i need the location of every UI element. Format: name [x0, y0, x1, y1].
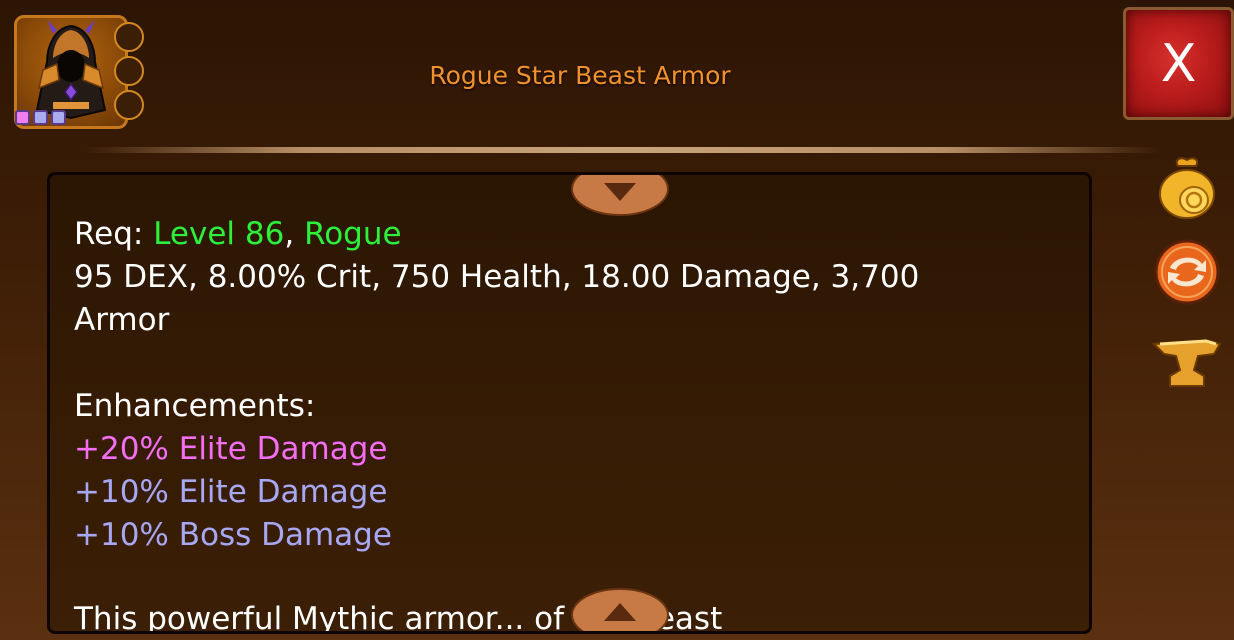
enhancement-gems: [15, 110, 66, 125]
enhancements-heading: Enhancements:: [74, 388, 316, 424]
item-details-panel[interactable]: Req: Level 86, Rogue 95 DEX, 8.00% Crit,…: [47, 172, 1092, 634]
empty-socket-slot: [114, 90, 144, 120]
scroll-up-button[interactable]: [570, 587, 670, 633]
stats-line: 95 DEX, 8.00% Crit, 750 Health, 18.00 Da…: [74, 259, 920, 295]
socket-slot-column: [114, 22, 144, 124]
item-details-text: Req: Level 86, Rogue 95 DEX, 8.00% Crit,…: [74, 213, 1004, 634]
enhancement-item: +10% Elite Damage: [74, 474, 388, 510]
gold-coin-bag-icon[interactable]: [1152, 150, 1222, 220]
req-label: Req:: [74, 216, 144, 252]
gem-lavender: [33, 110, 48, 125]
enhancement-item: +20% Elite Damage: [74, 431, 388, 467]
swap-arrows-icon[interactable]: [1152, 236, 1222, 306]
requirement-line: Req: Level 86, Rogue: [74, 216, 402, 252]
anvil-icon[interactable]: [1151, 320, 1222, 390]
req-class: Rogue: [304, 216, 402, 252]
description-text: This powerful Mythic armor... of the Bea…: [74, 601, 723, 634]
req-level: Level 86: [153, 216, 285, 252]
gem-lavender: [51, 110, 66, 125]
scroll-down-button[interactable]: [570, 172, 670, 217]
gem-pink: [15, 110, 30, 125]
close-icon: X: [1160, 33, 1197, 94]
item-title: Rogue Star Beast Armor: [429, 61, 731, 90]
empty-socket-slot: [114, 22, 144, 52]
close-button[interactable]: X: [1123, 7, 1234, 120]
enhancement-item: +10% Boss Damage: [74, 517, 392, 553]
empty-socket-slot: [114, 56, 144, 86]
stats-line-wrap: Armor: [74, 302, 170, 338]
title-divider: [85, 147, 1160, 153]
